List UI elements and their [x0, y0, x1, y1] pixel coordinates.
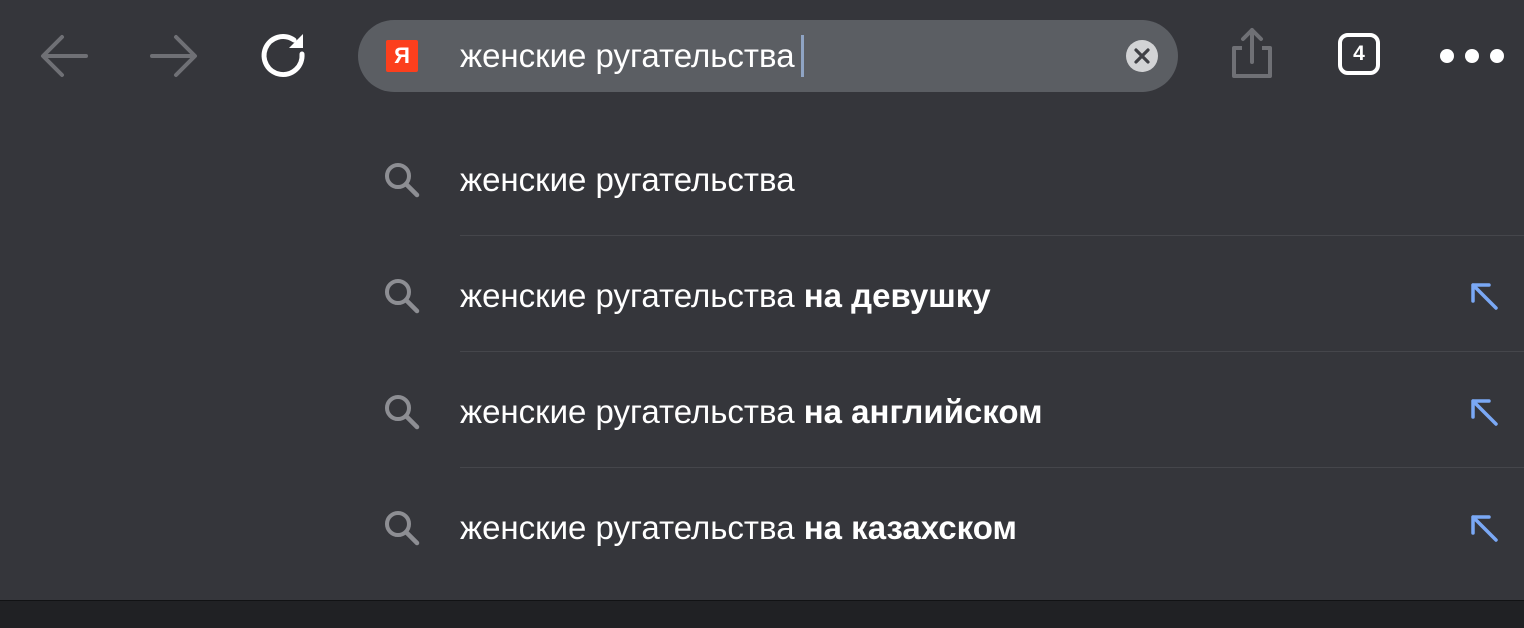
close-icon [1134, 48, 1150, 64]
suggestion-suffix: на английском [803, 393, 1043, 430]
insert-suggestion-icon[interactable] [1466, 510, 1502, 546]
menu-button[interactable] [1440, 46, 1504, 66]
search-icon [385, 395, 420, 430]
clear-button[interactable] [1126, 40, 1158, 72]
suggestion-prefix: женские ругательства [460, 161, 795, 198]
menu-dot [1465, 49, 1479, 63]
text-caret [800, 35, 804, 77]
suggestion-text: женские ругательства на казахском [460, 506, 1017, 550]
browser-toolbar: Я женские ругательства 4 [0, 0, 1524, 112]
divider [460, 467, 1524, 468]
search-icon [385, 279, 420, 314]
menu-dot [1440, 49, 1454, 63]
suggestion-text: женские ругательства на девушку [460, 274, 991, 318]
suggestion-prefix: женские ругательства [460, 509, 795, 546]
search-icon [385, 163, 420, 198]
suggestion-prefix: женские ругательства [460, 277, 795, 314]
forward-button[interactable] [144, 26, 204, 86]
back-button[interactable] [34, 26, 94, 86]
insert-suggestion-icon[interactable] [1466, 278, 1502, 314]
suggestion-suffix: на казахском [803, 509, 1017, 546]
reload-icon [261, 34, 305, 78]
suggestion-text: женские ругательства [460, 158, 795, 202]
tab-count: 4 [1353, 42, 1365, 65]
menu-dot [1490, 49, 1504, 63]
divider [460, 235, 1524, 236]
arrow-right-icon [150, 35, 197, 77]
suggestion-prefix: женские ругательства [460, 393, 795, 430]
suggestion-suffix: на девушку [803, 277, 991, 314]
yandex-logo: Я [386, 40, 418, 72]
suggestion-item[interactable]: женские ругательства на казахском [0, 470, 1524, 586]
tabs-button[interactable]: 4 [1338, 33, 1380, 75]
share-button[interactable] [1222, 26, 1282, 86]
divider [460, 351, 1524, 352]
address-input-text: женские ругательства [460, 37, 795, 74]
suggestion-item[interactable]: женские ругательства [0, 122, 1524, 238]
search-icon [385, 511, 420, 546]
suggestion-text: женские ругательства на английском [460, 390, 1043, 434]
insert-suggestion-icon[interactable] [1466, 394, 1502, 430]
arrow-left-icon [41, 35, 88, 77]
address-input[interactable]: женские ругательства [460, 34, 804, 78]
share-icon [1232, 28, 1272, 78]
bottom-bar [0, 600, 1524, 628]
reload-button[interactable] [254, 26, 314, 86]
suggestion-item[interactable]: женские ругательства на девушку [0, 238, 1524, 354]
suggestion-item[interactable]: женские ругательства на английском [0, 354, 1524, 470]
